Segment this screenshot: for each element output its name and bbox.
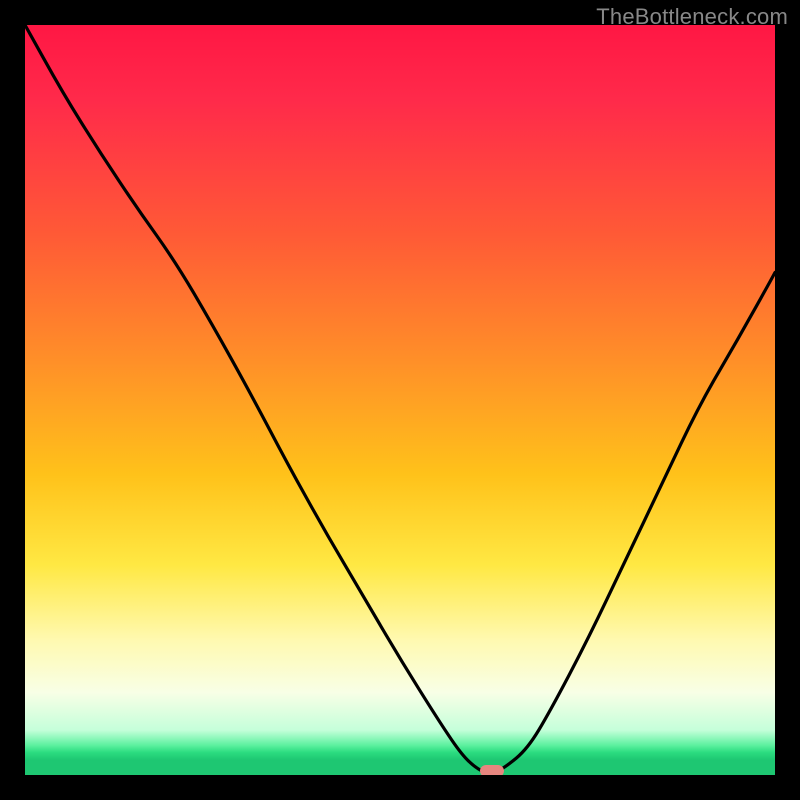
plot-area [25,25,775,775]
optimal-point-marker [480,765,504,775]
chart-root: TheBottleneck.com [0,0,800,800]
watermark-label: TheBottleneck.com [596,4,788,30]
bottleneck-curve [25,25,775,775]
